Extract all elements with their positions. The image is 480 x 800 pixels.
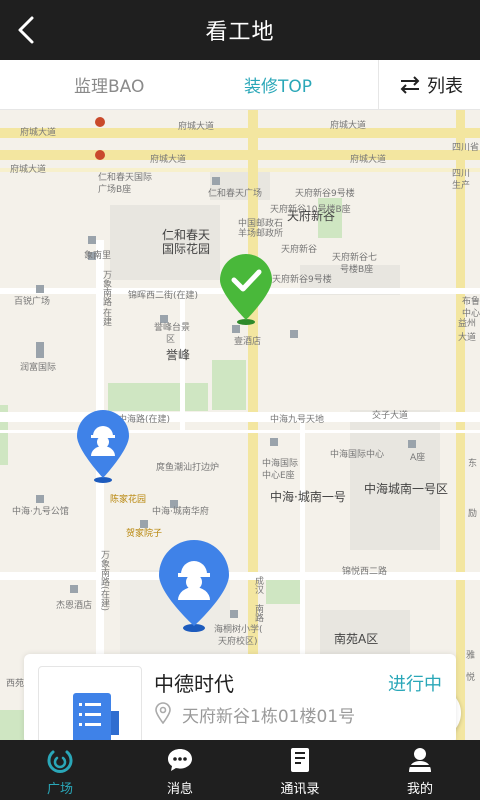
poi-label: 中海·城南华府 bbox=[152, 507, 209, 517]
road-label: 府城大道 bbox=[20, 128, 57, 138]
road-label: 府城大道 bbox=[178, 122, 215, 132]
poi-label: 四川省 bbox=[452, 143, 480, 153]
poi-label: 润富国际 bbox=[20, 363, 57, 373]
poi-label: 悦 bbox=[466, 673, 476, 683]
worker-site-pin-large-icon[interactable] bbox=[156, 538, 232, 634]
district-label: 中海·城南一号 bbox=[270, 490, 346, 504]
road-label: 益州 bbox=[458, 319, 477, 329]
road-label: 府城大道 bbox=[10, 165, 47, 175]
road-label: 成汉 bbox=[253, 576, 263, 594]
road-label: 锦悦西二路 bbox=[342, 567, 388, 577]
poi-label: 西苑 bbox=[6, 679, 25, 689]
road-label: 府城大道 bbox=[150, 155, 187, 165]
bottom-nav: 广场 消息 通讯录 我的 bbox=[0, 740, 480, 800]
site-status: 进行中 bbox=[388, 674, 442, 695]
poi-label: 中心E座 bbox=[262, 471, 295, 481]
road-label: 南路 bbox=[253, 604, 263, 622]
location-pin-icon bbox=[155, 702, 171, 724]
worker-site-pin-icon[interactable] bbox=[74, 408, 132, 486]
site-name: 中德时代 bbox=[154, 672, 234, 696]
list-view-button[interactable]: 列表 bbox=[378, 60, 480, 110]
road-label: 万象南路 bbox=[101, 270, 111, 306]
poi-label: 号楼B座 bbox=[340, 265, 374, 275]
poi-label: 壹酒店 bbox=[234, 337, 262, 347]
poi-label: 中海国际中心 bbox=[330, 450, 385, 460]
poi-label: 东 bbox=[468, 459, 478, 469]
road-label: 万象南路(在建) bbox=[99, 550, 109, 612]
page-title: 看工地 bbox=[205, 20, 275, 45]
road-label: 大道 bbox=[458, 333, 477, 343]
poi-label: 天府新谷9号楼 bbox=[272, 275, 332, 285]
contacts-icon bbox=[291, 748, 309, 772]
tab-bar: 监理BAO 装修TOP 列表 bbox=[0, 60, 480, 110]
list-view-label: 列表 bbox=[427, 76, 463, 97]
district-label: 中海城南一号区 bbox=[364, 482, 449, 496]
road-label: 锦晖西二街(在建) bbox=[128, 291, 199, 301]
nav-label: 通讯录 bbox=[280, 782, 320, 797]
nav-label: 消息 bbox=[166, 782, 193, 797]
site-address: 天府新谷1栋01楼01号 bbox=[182, 707, 356, 727]
nav-item-profile[interactable]: 我的 bbox=[360, 740, 480, 800]
poi-label: 百锐广场 bbox=[14, 297, 51, 307]
document-icon bbox=[73, 693, 119, 744]
nav-label: 我的 bbox=[406, 782, 433, 797]
poi-label: 天府新谷 bbox=[281, 245, 318, 255]
nav-item-plaza[interactable]: 广场 bbox=[0, 740, 120, 800]
swap-arrows-icon bbox=[400, 76, 420, 94]
road-label: 在建 bbox=[101, 308, 111, 326]
completed-site-pin-icon[interactable] bbox=[216, 250, 276, 330]
message-icon bbox=[168, 749, 192, 771]
district-label: 天府新谷 bbox=[287, 209, 336, 223]
poi-label: 生产 bbox=[452, 181, 471, 191]
poi-label: 中海·九号公馆 bbox=[12, 507, 69, 517]
nav-item-contacts[interactable]: 通讯录 bbox=[240, 740, 360, 800]
poi-label: 庹鱼潮汕打边炉 bbox=[156, 463, 220, 473]
plaza-icon bbox=[47, 750, 73, 773]
poi-label: 雅 bbox=[466, 651, 476, 661]
map-labels: 府城大道 府城大道 府城大道 府城大道 府城大道 府城大道 仁和春天国际 广场B… bbox=[0, 110, 480, 740]
poi-label: 仁和春天广场 bbox=[208, 189, 263, 199]
district-label: 国际花园 bbox=[162, 242, 211, 256]
poi-label: 中海九号天地 bbox=[270, 415, 325, 425]
site-thumbnail bbox=[38, 666, 142, 744]
poi-label: 杰恩酒店 bbox=[56, 601, 93, 611]
poi-label: 天府校区) bbox=[218, 637, 258, 647]
road-label: 交子大道 bbox=[372, 411, 409, 421]
map-view[interactable]: 府城大道 府城大道 府城大道 府城大道 府城大道 府城大道 仁和春天国际 广场B… bbox=[0, 110, 480, 740]
profile-icon bbox=[409, 748, 431, 772]
poi-label: 区 bbox=[166, 335, 176, 345]
district-label: 南苑A区 bbox=[334, 632, 379, 646]
poi-label: 羊场邮政所 bbox=[238, 229, 284, 239]
poi-label: A座 bbox=[410, 453, 426, 463]
tab-zhuangxiu-top[interactable]: 装修TOP bbox=[244, 72, 312, 97]
nav-item-messages[interactable]: 消息 bbox=[120, 740, 240, 800]
road-label: 府城大道 bbox=[330, 121, 367, 131]
poi-label: 陈家花园 bbox=[110, 495, 147, 505]
poi-label: 励 bbox=[468, 509, 478, 519]
nav-label: 广场 bbox=[46, 782, 73, 797]
top-bar: 看工地 bbox=[0, 0, 480, 60]
tab-jianli-bao[interactable]: 监理BAO bbox=[74, 72, 144, 97]
district-label: 誉峰 bbox=[166, 348, 191, 362]
poi-label: 象南里 bbox=[84, 251, 112, 261]
road-label: 府城大道 bbox=[350, 155, 387, 165]
poi-label: 广场B座 bbox=[98, 185, 132, 195]
poi-label: 天府新谷9号楼 bbox=[295, 189, 355, 199]
site-info-card[interactable]: 中德时代 进行中 天府新谷1栋01楼01号 bbox=[24, 654, 456, 744]
